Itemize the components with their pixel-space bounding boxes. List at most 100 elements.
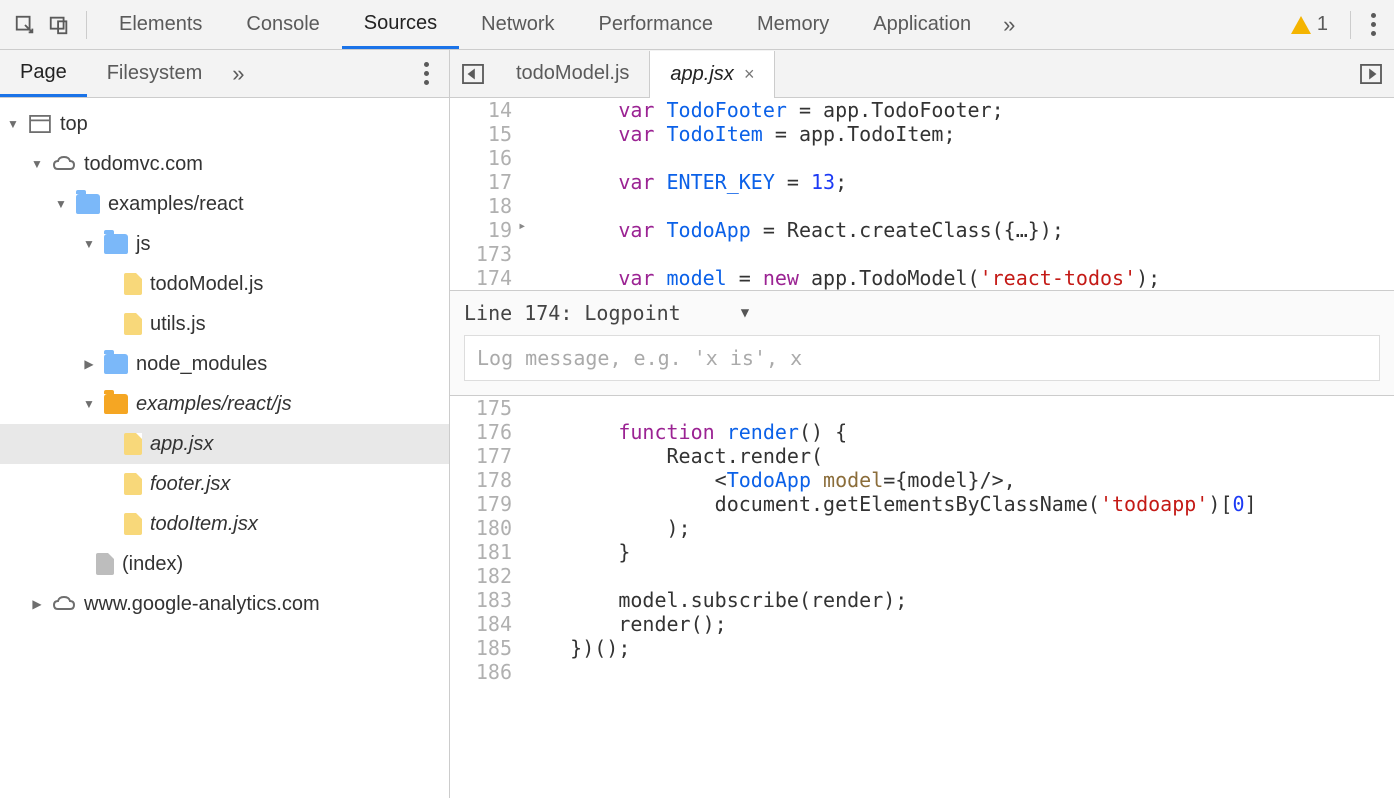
tree-label: utils.js	[150, 313, 206, 336]
gutter[interactable]: 182	[450, 564, 522, 588]
navigator-tabs: Page Filesystem »	[0, 50, 449, 98]
logpoint-message-input[interactable]	[464, 335, 1380, 381]
cloud-icon	[52, 154, 76, 174]
panel-tabs: Elements Console Sources Network Perform…	[97, 0, 1025, 49]
tree-label: examples/react/js	[136, 393, 292, 416]
gutter[interactable]: 15	[450, 122, 522, 146]
gutter[interactable]: 179	[450, 492, 522, 516]
editor-tab-app[interactable]: app.jsx ×	[649, 51, 775, 98]
file-icon	[124, 473, 142, 495]
tree-label: footer.jsx	[150, 473, 230, 496]
gutter[interactable]: 175	[450, 396, 522, 420]
tree-node-top[interactable]: ▼ top	[0, 104, 449, 144]
file-icon	[124, 433, 142, 455]
tree-node-file[interactable]: (index)	[0, 544, 449, 584]
editor-tabs: todoModel.js app.jsx ×	[450, 50, 1394, 98]
sidebar-more-tabs-icon[interactable]: »	[222, 61, 254, 87]
editor-tab-label: todoModel.js	[516, 62, 629, 85]
warning-count: 1	[1317, 13, 1328, 36]
tree-label: app.jsx	[150, 433, 213, 456]
gutter[interactable]: 17	[450, 170, 522, 194]
sidebar-tab-page[interactable]: Page	[0, 50, 87, 97]
cloud-icon	[52, 594, 76, 614]
tree-node-domain[interactable]: ▶ www.google-analytics.com	[0, 584, 449, 624]
gutter[interactable]: 178	[450, 468, 522, 492]
device-toggle-icon[interactable]	[42, 8, 76, 42]
tree-label: node_modules	[136, 353, 267, 376]
gutter[interactable]: 177	[450, 444, 522, 468]
gutter[interactable]: 181	[450, 540, 522, 564]
warnings-indicator[interactable]: 1	[1291, 13, 1328, 36]
file-icon	[124, 273, 142, 295]
gutter[interactable]: 185	[450, 636, 522, 660]
devtools-toolbar: Elements Console Sources Network Perform…	[0, 0, 1394, 50]
tree-label: todoModel.js	[150, 273, 263, 296]
file-icon	[124, 313, 142, 335]
warning-icon	[1291, 16, 1311, 34]
tree-node-file[interactable]: app.jsx	[0, 424, 449, 464]
sidebar-tab-filesystem[interactable]: Filesystem	[87, 50, 223, 97]
code-editor[interactable]: 14 var TodoFooter = app.TodoFooter; 15 v…	[450, 98, 1394, 798]
tree-node-file[interactable]: todoItem.jsx	[0, 504, 449, 544]
tree-node-folder[interactable]: ▶ node_modules	[0, 344, 449, 384]
tab-elements[interactable]: Elements	[97, 0, 224, 49]
breakpoint-type-select[interactable]: Logpoint ▼	[584, 301, 749, 325]
editor-panel: todoModel.js app.jsx × 14 var TodoFooter…	[450, 50, 1394, 798]
more-tabs-icon[interactable]: »	[993, 12, 1025, 38]
tree-node-folder[interactable]: ▼ js	[0, 224, 449, 264]
tree-node-file[interactable]: todoModel.js	[0, 264, 449, 304]
main-area: Page Filesystem » ▼ top ▼ todomvc.com	[0, 50, 1394, 798]
gutter[interactable]: 176	[450, 420, 522, 444]
tree-label: todomvc.com	[84, 153, 203, 176]
folder-icon	[76, 194, 100, 214]
tab-memory[interactable]: Memory	[735, 0, 851, 49]
tab-sources[interactable]: Sources	[342, 0, 459, 49]
gutter[interactable]: 184	[450, 612, 522, 636]
frame-icon	[28, 114, 52, 134]
kebab-menu-icon[interactable]	[1361, 13, 1386, 36]
chevron-down-icon: ▼	[741, 305, 749, 321]
gutter[interactable]: 186	[450, 660, 522, 684]
tree-label: top	[60, 113, 88, 136]
folder-icon	[104, 234, 128, 254]
tree-node-file[interactable]: utils.js	[0, 304, 449, 344]
gutter[interactable]: 180	[450, 516, 522, 540]
gutter[interactable]: 18	[450, 194, 522, 218]
file-tree: ▼ top ▼ todomvc.com ▼ examples/react ▼	[0, 98, 449, 624]
sidebar-kebab-icon[interactable]	[414, 62, 439, 85]
tree-node-file[interactable]: footer.jsx	[0, 464, 449, 504]
show-navigator-icon[interactable]	[456, 64, 490, 84]
tab-application[interactable]: Application	[851, 0, 993, 49]
separator	[1350, 11, 1351, 39]
file-icon	[96, 553, 114, 575]
folder-icon	[104, 394, 128, 414]
gutter[interactable]: 174	[450, 266, 522, 290]
tab-performance[interactable]: Performance	[577, 0, 736, 49]
gutter[interactable]: 183	[450, 588, 522, 612]
folder-icon	[104, 354, 128, 374]
logpoint-editor: Line 174: Logpoint ▼	[450, 290, 1394, 396]
tree-label: examples/react	[108, 193, 244, 216]
tab-network[interactable]: Network	[459, 0, 576, 49]
gutter[interactable]: 14	[450, 98, 522, 122]
tree-node-folder[interactable]: ▼ examples/react/js	[0, 384, 449, 424]
editor-tab-label: app.jsx	[670, 63, 733, 86]
gutter[interactable]: 16	[450, 146, 522, 170]
close-tab-icon[interactable]: ×	[744, 64, 755, 85]
tree-label: www.google-analytics.com	[84, 593, 320, 616]
tree-label: todoItem.jsx	[150, 513, 258, 536]
gutter[interactable]: 173	[450, 242, 522, 266]
separator	[86, 11, 87, 39]
tab-console[interactable]: Console	[224, 0, 341, 49]
gutter[interactable]: 19	[450, 218, 522, 242]
tree-node-domain[interactable]: ▼ todomvc.com	[0, 144, 449, 184]
tree-node-folder[interactable]: ▼ examples/react	[0, 184, 449, 224]
editor-tab-todomodel[interactable]: todoModel.js	[496, 50, 649, 97]
breakpoint-type-label: Logpoint	[584, 301, 680, 325]
show-debugger-icon[interactable]	[1354, 64, 1388, 84]
inspect-icon[interactable]	[8, 8, 42, 42]
logpoint-line-label: Line 174:	[464, 301, 572, 325]
tree-label: (index)	[122, 553, 183, 576]
navigator-sidebar: Page Filesystem » ▼ top ▼ todomvc.com	[0, 50, 450, 798]
file-icon	[124, 513, 142, 535]
